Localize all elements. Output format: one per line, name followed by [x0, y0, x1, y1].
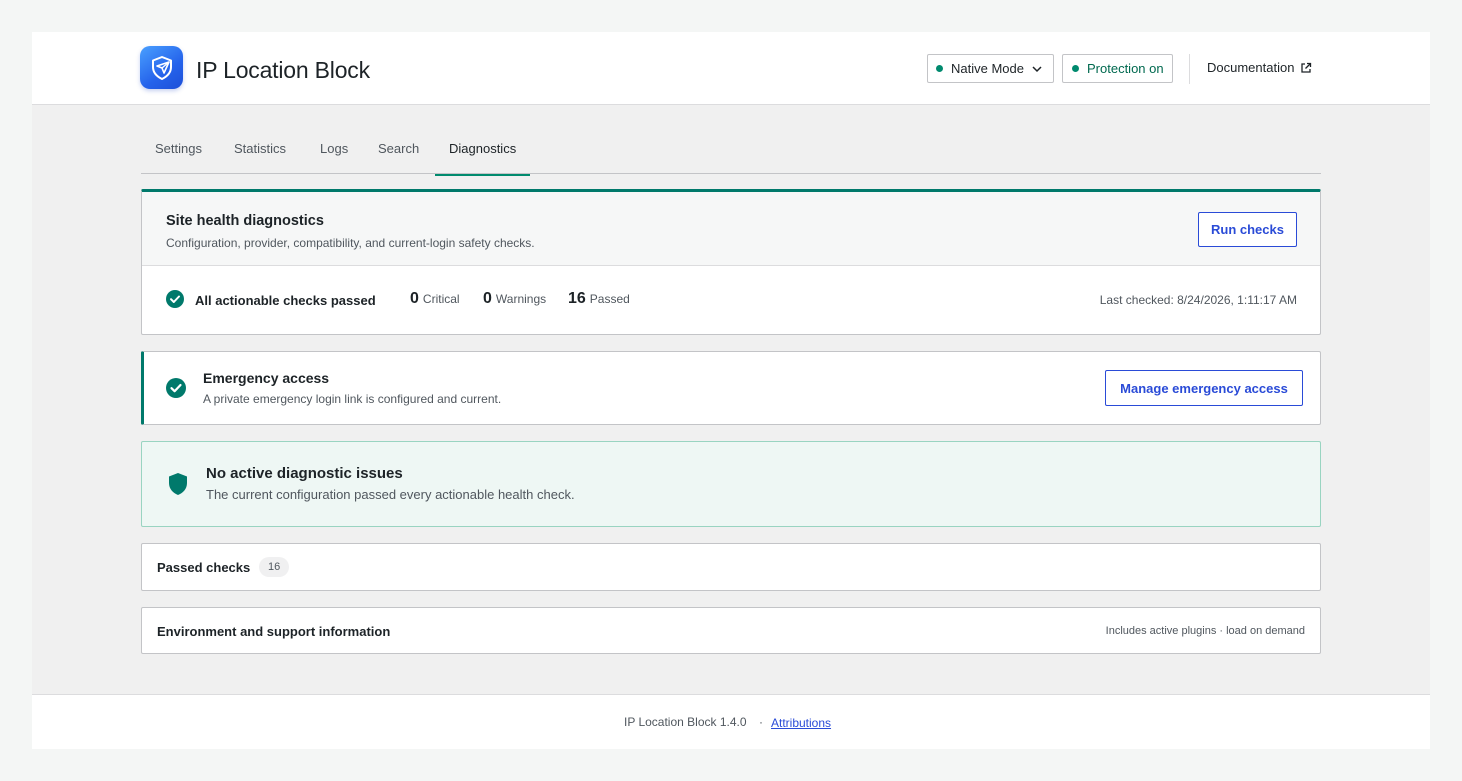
- mode-status-dot: [936, 65, 943, 72]
- external-link-icon: [1301, 62, 1312, 73]
- protection-label: Protection on: [1087, 61, 1164, 76]
- tab-statistics[interactable]: Statistics: [220, 142, 300, 174]
- chevron-down-icon: [1032, 66, 1042, 73]
- manage-emergency-access-button[interactable]: Manage emergency access: [1105, 370, 1303, 406]
- warnings-count: 0: [483, 290, 492, 307]
- passed-stat: 16 Passed: [568, 290, 630, 308]
- emergency-access-subtitle: A private emergency login link is config…: [203, 392, 502, 406]
- emergency-access-card: Emergency access A private emergency log…: [141, 351, 1321, 425]
- check-circle-icon: [166, 290, 184, 308]
- protection-status-badge[interactable]: Protection on: [1062, 54, 1173, 83]
- shield-icon: [169, 473, 187, 495]
- site-health-header: Site health diagnostics Configuration, p…: [142, 192, 1320, 266]
- last-checked-timestamp: Last checked: 8/24/2026, 1:11:17 AM: [1099, 293, 1297, 307]
- passed-checks-section[interactable]: Passed checks 16: [141, 543, 1321, 591]
- no-issues-title: No active diagnostic issues: [206, 465, 403, 482]
- attributions-link[interactable]: Attributions: [771, 716, 831, 730]
- tab-bar: Settings Statistics Logs Search Diagnost…: [141, 135, 1321, 176]
- environment-info-section[interactable]: Environment and support information Incl…: [141, 607, 1321, 654]
- protection-status-dot: [1072, 65, 1079, 72]
- tab-search[interactable]: Search: [364, 142, 433, 174]
- site-health-card: Site health diagnostics Configuration, p…: [141, 189, 1321, 335]
- passed-checks-count-badge: 16: [259, 557, 290, 577]
- check-circle-icon: [166, 378, 186, 398]
- critical-stat: 0 Critical: [410, 290, 460, 308]
- app-frame: IP Location Block Native Mode Protection…: [32, 32, 1430, 749]
- no-issues-subtitle: The current configuration passed every a…: [206, 487, 575, 502]
- critical-count: 0: [410, 290, 419, 307]
- tab-diagnostics[interactable]: Diagnostics: [435, 142, 531, 176]
- passed-checks-title: Passed checks: [157, 560, 251, 575]
- page-footer: IP Location Block 1.4.0 · Attributions: [32, 694, 1430, 749]
- summary-label: All actionable checks passed: [195, 293, 376, 308]
- mode-select[interactable]: Native Mode: [927, 54, 1054, 83]
- documentation-link[interactable]: Documentation: [1207, 60, 1312, 75]
- environment-info-note: Includes active plugins · load on demand: [1105, 625, 1305, 637]
- footer-separator: ·: [759, 715, 763, 729]
- warnings-stat: 0 Warnings: [483, 290, 546, 308]
- header-divider: [1189, 54, 1190, 84]
- environment-info-title: Environment and support information: [157, 624, 391, 639]
- site-health-title: Site health diagnostics: [166, 213, 324, 229]
- mode-label: Native Mode: [951, 61, 1024, 76]
- passed-count: 16: [568, 290, 586, 307]
- footer-version: IP Location Block 1.4.0: [624, 715, 747, 729]
- top-header: IP Location Block Native Mode Protection…: [32, 32, 1430, 105]
- warnings-label: Warnings: [495, 292, 547, 306]
- critical-label: Critical: [422, 292, 460, 306]
- tab-settings[interactable]: Settings: [141, 142, 216, 174]
- app-title: IP Location Block: [196, 57, 370, 83]
- tab-logs[interactable]: Logs: [306, 142, 362, 174]
- run-checks-button[interactable]: Run checks: [1198, 212, 1297, 247]
- emergency-access-title: Emergency access: [203, 370, 330, 386]
- site-health-summary: All actionable checks passed 0 Critical 0…: [142, 266, 1320, 334]
- shield-logo-icon: [140, 46, 183, 89]
- no-issues-notice: No active diagnostic issues The current …: [141, 441, 1321, 527]
- documentation-label: Documentation: [1207, 60, 1295, 75]
- site-health-subtitle: Configuration, provider, compatibility, …: [166, 236, 535, 250]
- passed-label: Passed: [589, 292, 630, 306]
